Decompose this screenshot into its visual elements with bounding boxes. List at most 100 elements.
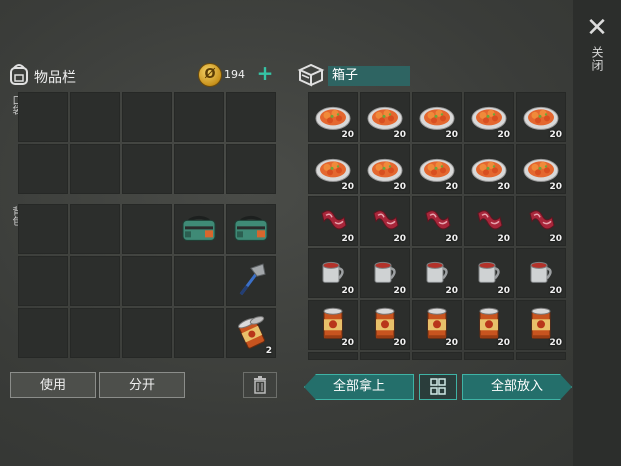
close-icon[interactable]: ✕	[583, 14, 611, 42]
inventory-slot[interactable]	[122, 308, 172, 358]
coin-icon: Ø	[198, 63, 222, 87]
inventory-slot[interactable]	[70, 92, 120, 142]
item-quantity: 20	[393, 130, 406, 140]
box-slot[interactable]	[464, 352, 514, 360]
box-slot[interactable]: 20	[308, 248, 358, 298]
inventory-slot[interactable]	[122, 204, 172, 254]
inventory-slot[interactable]	[226, 144, 276, 194]
item-quantity: 20	[393, 338, 406, 348]
trash-button[interactable]	[243, 372, 277, 398]
box-slot[interactable]: 20	[308, 92, 358, 142]
pocket-grid	[18, 92, 276, 194]
item-quantity: 20	[341, 130, 354, 140]
box-slot[interactable]: 20	[360, 92, 410, 142]
box-slot[interactable]: 20	[464, 144, 514, 194]
put-all-button[interactable]: 全部放入	[462, 374, 572, 400]
take-all-button[interactable]: 全部拿上	[304, 374, 414, 400]
box-slot[interactable]: 20	[308, 196, 358, 246]
item-quantity: 20	[549, 182, 562, 192]
item-quantity: 20	[549, 338, 562, 348]
box-slot[interactable]: 20	[308, 300, 358, 350]
item-quantity: 20	[497, 286, 510, 296]
item-quantity: 20	[497, 182, 510, 192]
box-slot[interactable]: 20	[516, 92, 566, 142]
box-slot[interactable]: 20	[360, 300, 410, 350]
box-slot[interactable]: 20	[412, 248, 462, 298]
box-slot[interactable]: 20	[516, 196, 566, 246]
box-slot[interactable]: 20	[360, 196, 410, 246]
item-quantity: 20	[393, 286, 406, 296]
inventory-slot[interactable]	[18, 204, 68, 254]
inventory-slot[interactable]	[226, 256, 276, 306]
inventory-slot[interactable]	[122, 256, 172, 306]
box-slot[interactable]: 20	[516, 300, 566, 350]
item-quantity: 20	[497, 130, 510, 140]
inventory-slot[interactable]	[174, 92, 224, 142]
inventory-slot[interactable]	[18, 308, 68, 358]
backpack-icon	[10, 64, 28, 85]
item-quantity: 20	[445, 182, 458, 192]
item-quantity: 20	[341, 182, 354, 192]
box-title: 箱子	[328, 66, 410, 86]
use-button[interactable]: 使用	[10, 372, 96, 398]
split-button[interactable]: 分开	[99, 372, 185, 398]
inventory-slot[interactable]	[174, 144, 224, 194]
item-quantity: 20	[393, 234, 406, 244]
box-slot[interactable]: 20	[412, 300, 462, 350]
box-slot[interactable]: 20	[464, 92, 514, 142]
box-slot[interactable]: 20	[464, 300, 514, 350]
item-quantity: 20	[549, 130, 562, 140]
inventory-slot[interactable]	[70, 204, 120, 254]
inventory-slot[interactable]	[122, 144, 172, 194]
inventory-title: 物品栏	[34, 70, 76, 86]
inventory-slot[interactable]	[174, 308, 224, 358]
item-quantity: 20	[497, 234, 510, 244]
box-slot[interactable]: 20	[412, 92, 462, 142]
inventory-slot[interactable]	[70, 144, 120, 194]
trash-icon	[254, 376, 266, 394]
close-label[interactable]: 关闭	[588, 46, 606, 72]
item-quantity: 20	[549, 234, 562, 244]
box-slot[interactable]: 20	[412, 144, 462, 194]
inventory-slot[interactable]	[18, 256, 68, 306]
box-slot[interactable]: 20	[516, 144, 566, 194]
add-coins-button[interactable]: +	[256, 63, 274, 83]
item-quantity: 20	[549, 286, 562, 296]
item-quantity: 20	[341, 338, 354, 348]
box-slot[interactable]: 20	[412, 196, 462, 246]
item-quantity: 20	[445, 130, 458, 140]
box-slot[interactable]: 20	[308, 144, 358, 194]
inventory-slot[interactable]	[70, 256, 120, 306]
inventory-slot[interactable]	[174, 256, 224, 306]
box-grid: 20 20 20 20 20 20 20 20 20 20 20 20 20 20 20 20 20 20 20 20…	[308, 92, 566, 360]
item-quantity: 20	[445, 286, 458, 296]
coin-count: 194	[224, 68, 245, 81]
item-quantity: 20	[497, 338, 510, 348]
inventory-slot[interactable]	[226, 204, 276, 254]
box-slot[interactable]	[516, 352, 566, 360]
box-slot[interactable]: 20	[360, 248, 410, 298]
inventory-slot[interactable]	[18, 92, 68, 142]
item-quantity: 20	[445, 338, 458, 348]
inventory-slot[interactable]	[122, 92, 172, 142]
item-quantity: 20	[445, 234, 458, 244]
grid-icon	[430, 378, 446, 395]
box-slot[interactable]: 20	[464, 248, 514, 298]
sort-grid-button[interactable]	[419, 374, 457, 400]
inventory-slot[interactable]	[174, 204, 224, 254]
box-slot[interactable]	[412, 352, 462, 360]
inventory-slot[interactable]	[70, 308, 120, 358]
item-quantity: 2	[265, 346, 272, 356]
box-slot[interactable]	[360, 352, 410, 360]
inventory-slot[interactable]	[226, 92, 276, 142]
box-slot[interactable]: 20	[464, 196, 514, 246]
inventory-slot[interactable]: 2	[226, 308, 276, 358]
item-quantity: 20	[341, 286, 354, 296]
box-slot[interactable]: 20	[516, 248, 566, 298]
item-quantity: 20	[341, 234, 354, 244]
box-slot[interactable]: 20	[360, 144, 410, 194]
inventory-slot[interactable]	[18, 144, 68, 194]
box-icon	[297, 63, 325, 87]
box-slot[interactable]	[308, 352, 358, 360]
backpack-grid: 2	[18, 204, 276, 358]
